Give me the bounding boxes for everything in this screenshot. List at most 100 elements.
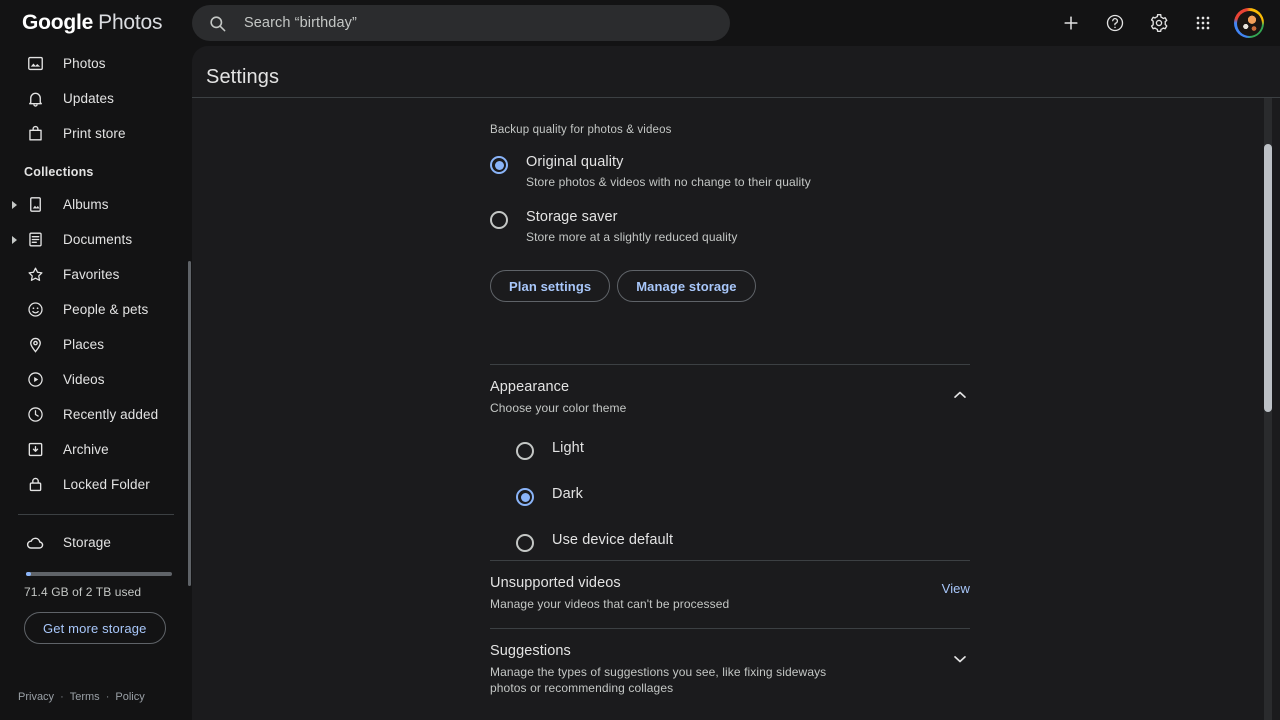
header-icon-group [1054, 0, 1270, 46]
sidebar-item-storage[interactable]: Storage [0, 525, 184, 560]
sidebar-item-albums[interactable]: Albums [0, 187, 184, 222]
storage-block: 71.4 GB of 2 TB used Get more storage [0, 572, 192, 644]
expand-caret-icon[interactable] [12, 201, 17, 209]
sidebar-item-updates[interactable]: Updates [0, 81, 184, 116]
expand-caret-icon[interactable] [12, 236, 17, 244]
section-title: Suggestions [490, 643, 970, 659]
option-title: Light [552, 440, 584, 456]
backup-option-original-quality[interactable]: Original quality Store photos & videos w… [490, 154, 970, 189]
backup-quality-section: Backup quality for photos & videos Origi… [490, 124, 970, 302]
radio-use-device-default[interactable] [516, 534, 534, 552]
privacy-link[interactable]: Privacy [18, 691, 54, 703]
sidebar-item-documents[interactable]: Documents [0, 222, 184, 257]
page-title: Settings [192, 46, 1280, 89]
option-title: Dark [552, 486, 583, 502]
help-icon[interactable] [1098, 6, 1132, 40]
sidebar-item-label: Locked Folder [63, 477, 150, 492]
albums-icon [24, 194, 46, 216]
avatar[interactable] [1234, 8, 1264, 38]
sidebar-item-photos[interactable]: Photos [0, 46, 184, 81]
section-title: Unsupported videos [490, 575, 970, 591]
theme-option-device-default[interactable]: Use device default [516, 532, 970, 552]
sidebar-item-label: Videos [63, 372, 105, 387]
search-bar[interactable]: Search “birthday” [192, 5, 730, 41]
sidebar-item-label: Archive [63, 442, 109, 457]
sidebar-item-places[interactable]: Places [0, 327, 184, 362]
option-title: Use device default [552, 532, 673, 548]
map-pin-icon [24, 334, 46, 356]
backup-quality-label: Backup quality for photos & videos [490, 124, 970, 136]
sidebar-item-videos[interactable]: Videos [0, 362, 184, 397]
settings-gear-icon[interactable] [1142, 6, 1176, 40]
get-more-storage-button[interactable]: Get more storage [24, 612, 166, 644]
radio-dark[interactable] [516, 488, 534, 506]
suggestions-wrapper: Suggestions Manage the types of suggesti… [490, 628, 970, 696]
unsupported-videos-view-link[interactable]: View [942, 581, 970, 596]
cloud-icon [24, 532, 46, 554]
suggestions-expand-toggle[interactable] [950, 649, 970, 669]
sidebar-item-print-store[interactable]: Print store [0, 116, 184, 151]
appearance-collapse-toggle[interactable] [950, 385, 970, 405]
sidebar-divider [18, 514, 174, 515]
sidebar-item-label: Updates [63, 91, 114, 106]
documents-icon [24, 229, 46, 251]
storage-usage-text: 71.4 GB of 2 TB used [24, 585, 174, 599]
lock-icon [24, 474, 46, 496]
option-title: Original quality [526, 154, 811, 170]
footer-separator: · [60, 691, 64, 703]
policy-link[interactable]: Policy [115, 691, 144, 703]
app-header: GooglePhotos Search “birthday” [0, 0, 1280, 46]
star-icon [24, 264, 46, 286]
appearance-subtitle: Choose your color theme [490, 400, 845, 416]
search-icon [208, 14, 227, 33]
backup-option-texts: Storage saver Store more at a slightly r… [526, 209, 737, 244]
plan-settings-button[interactable]: Plan settings [490, 270, 610, 302]
play-circle-icon [24, 369, 46, 391]
sidebar-item-people-pets[interactable]: People & pets [0, 292, 184, 327]
chevron-down-icon [950, 649, 970, 669]
photo-icon [24, 53, 46, 75]
settings-scroll-area: Backup quality for photos & videos Origi… [192, 98, 1280, 720]
brand-logo[interactable]: GooglePhotos [22, 11, 162, 35]
search-input[interactable]: Search “birthday” [244, 15, 357, 31]
terms-link[interactable]: Terms [70, 691, 100, 703]
theme-option-texts: Light [552, 440, 584, 456]
sidebar-item-recently-added[interactable]: Recently added [0, 397, 184, 432]
option-subtitle: Store photos & videos with no change to … [526, 175, 811, 189]
appearance-title: Appearance [490, 379, 970, 395]
create-plus-icon[interactable] [1054, 6, 1088, 40]
sidebar-item-label: Places [63, 337, 104, 352]
archive-box-icon [24, 439, 46, 461]
unsupported-videos-wrapper: Unsupported videos Manage your videos th… [490, 560, 970, 612]
sidebar-scrollbar[interactable] [188, 261, 191, 586]
radio-light[interactable] [516, 442, 534, 460]
sidebar-footer-links: Privacy · Terms · Policy [0, 691, 192, 703]
brand-google-text: Google [22, 11, 93, 34]
manage-storage-button[interactable]: Manage storage [617, 270, 755, 302]
section-subtitle: Manage the types of suggestions you see,… [490, 664, 845, 696]
theme-option-light[interactable]: Light [516, 440, 970, 460]
google-photos-settings-page: GooglePhotos Search “birthday” [0, 0, 1280, 720]
appearance-section-wrapper: Appearance Choose your color theme Light [490, 364, 970, 552]
radio-storage-saver[interactable] [490, 211, 508, 229]
google-apps-grid-icon[interactable] [1186, 6, 1220, 40]
backup-option-storage-saver[interactable]: Storage saver Store more at a slightly r… [490, 209, 970, 244]
theme-option-dark[interactable]: Dark [516, 486, 970, 506]
sidebar-item-favorites[interactable]: Favorites [0, 257, 184, 292]
unsupported-videos-section: Unsupported videos Manage your videos th… [490, 561, 970, 612]
sidebar-item-archive[interactable]: Archive [0, 432, 184, 467]
section-subtitle: Manage your videos that can't be process… [490, 596, 845, 612]
brand-photos-text: Photos [98, 11, 162, 34]
sidebar-item-label: People & pets [63, 302, 148, 317]
option-title: Storage saver [526, 209, 737, 225]
sidebar-item-label: Favorites [63, 267, 119, 282]
footer-separator: · [106, 691, 110, 703]
radio-original-quality[interactable] [490, 156, 508, 174]
suggestions-section: Suggestions Manage the types of suggesti… [490, 629, 970, 696]
sidebar-item-locked-folder[interactable]: Locked Folder [0, 467, 184, 502]
sidebar: Photos Updates Print store Collections [0, 46, 192, 720]
shopping-bag-icon [24, 123, 46, 145]
sidebar-item-label: Print store [63, 126, 126, 141]
storage-progress-bar [26, 572, 172, 576]
clock-icon [24, 404, 46, 426]
